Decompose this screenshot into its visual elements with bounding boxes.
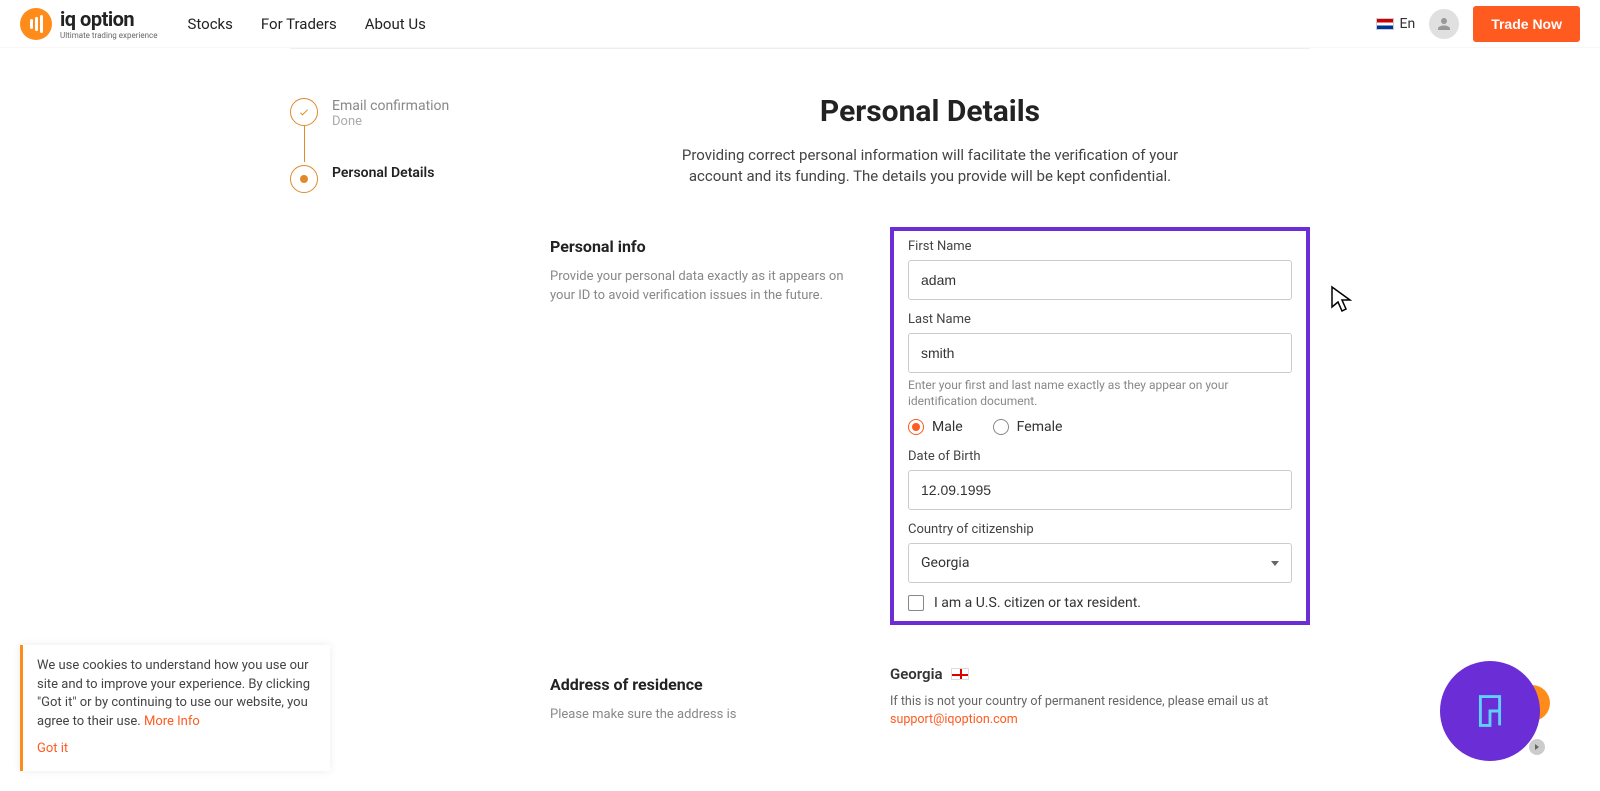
chevron-down-icon xyxy=(1271,561,1279,566)
last-name-field: Last Name xyxy=(908,312,1292,373)
section-heading: Personal info xyxy=(550,237,850,256)
country-field: Country of citizenship Georgia xyxy=(908,522,1292,583)
nav-for-traders[interactable]: For Traders xyxy=(261,15,337,33)
country-name: Georgia xyxy=(890,665,943,683)
section-desc: Please make sure the address is xyxy=(550,706,850,725)
language-selector[interactable]: En xyxy=(1376,16,1416,32)
cookie-more-info-link[interactable]: More Info xyxy=(144,714,200,729)
brand-tagline: Ultimate trading experience xyxy=(60,31,157,40)
form-highlight: First Name Last Name Enter your first an… xyxy=(890,227,1310,625)
country-value: Georgia xyxy=(921,555,969,571)
first-name-label: First Name xyxy=(908,239,1292,254)
section-heading: Address of residence xyxy=(550,675,850,694)
first-name-input[interactable] xyxy=(908,260,1292,300)
name-helper-text: Enter your first and last name exactly a… xyxy=(908,377,1292,409)
cookie-gotit-button[interactable]: Got it xyxy=(37,740,316,759)
address-section: Address of residence Please make sure th… xyxy=(550,665,1310,728)
step-title: Personal Details xyxy=(332,165,434,181)
residence-note: If this is not your country of permanent… xyxy=(890,693,1310,728)
last-name-label: Last Name xyxy=(908,312,1292,327)
step-personal-details[interactable]: Personal Details xyxy=(290,165,550,193)
radio-male[interactable]: Male xyxy=(908,419,963,435)
radio-label: Male xyxy=(932,419,963,435)
radio-label: Female xyxy=(1017,419,1063,435)
nav-next-button[interactable] xyxy=(1529,739,1545,755)
user-icon xyxy=(1435,15,1453,33)
step-status: Done xyxy=(332,114,449,129)
nav-about-us[interactable]: About Us xyxy=(365,15,426,33)
radio-icon xyxy=(993,419,1009,435)
checkbox-icon xyxy=(908,595,924,611)
radio-female[interactable]: Female xyxy=(993,419,1063,435)
badge-icon xyxy=(1466,687,1514,735)
logo[interactable]: iq option Ultimate trading experience xyxy=(20,7,157,40)
page-subtitle: Providing correct personal information w… xyxy=(670,145,1190,187)
radio-icon xyxy=(908,419,924,435)
country-select[interactable]: Georgia xyxy=(908,543,1292,583)
dot-icon xyxy=(290,165,318,193)
language-label: En xyxy=(1400,16,1416,32)
section-desc: Provide your personal data exactly as it… xyxy=(550,268,850,306)
checkbox-label: I am a U.S. citizen or tax resident. xyxy=(934,595,1141,611)
personal-info-section: Personal info Provide your personal data… xyxy=(550,227,1310,625)
cookie-banner: We use cookies to understand how you use… xyxy=(20,645,330,771)
residence-country: Georgia xyxy=(890,665,1310,683)
divider xyxy=(290,48,1310,49)
header: iq option Ultimate trading experience St… xyxy=(0,0,1600,48)
country-label: Country of citizenship xyxy=(908,522,1292,537)
support-email-link[interactable]: support@iqoption.com xyxy=(890,712,1018,727)
gender-radio-group: Male Female xyxy=(908,419,1292,435)
dob-field: Date of Birth xyxy=(908,449,1292,510)
floating-badge[interactable] xyxy=(1440,661,1540,761)
main-nav: Stocks For Traders About Us xyxy=(187,15,425,33)
page-title: Personal Details xyxy=(550,94,1310,129)
brand-name: iq option xyxy=(60,7,157,31)
georgia-flag-icon xyxy=(951,668,969,680)
main: Personal Details Providing correct perso… xyxy=(550,48,1310,758)
logo-icon xyxy=(20,8,52,40)
check-icon xyxy=(290,98,318,126)
trade-now-button[interactable]: Trade Now xyxy=(1473,6,1580,42)
last-name-input[interactable] xyxy=(908,333,1292,373)
first-name-field: First Name xyxy=(908,239,1292,300)
us-citizen-checkbox[interactable]: I am a U.S. citizen or tax resident. xyxy=(908,595,1292,611)
uk-flag-icon xyxy=(1376,18,1394,30)
step-connector xyxy=(304,126,305,162)
dob-label: Date of Birth xyxy=(908,449,1292,464)
step-email-confirmation[interactable]: Email confirmation Done xyxy=(290,98,550,129)
user-avatar[interactable] xyxy=(1429,9,1459,39)
nav-stocks[interactable]: Stocks xyxy=(187,15,232,33)
step-title: Email confirmation xyxy=(332,98,449,114)
dob-input[interactable] xyxy=(908,470,1292,510)
